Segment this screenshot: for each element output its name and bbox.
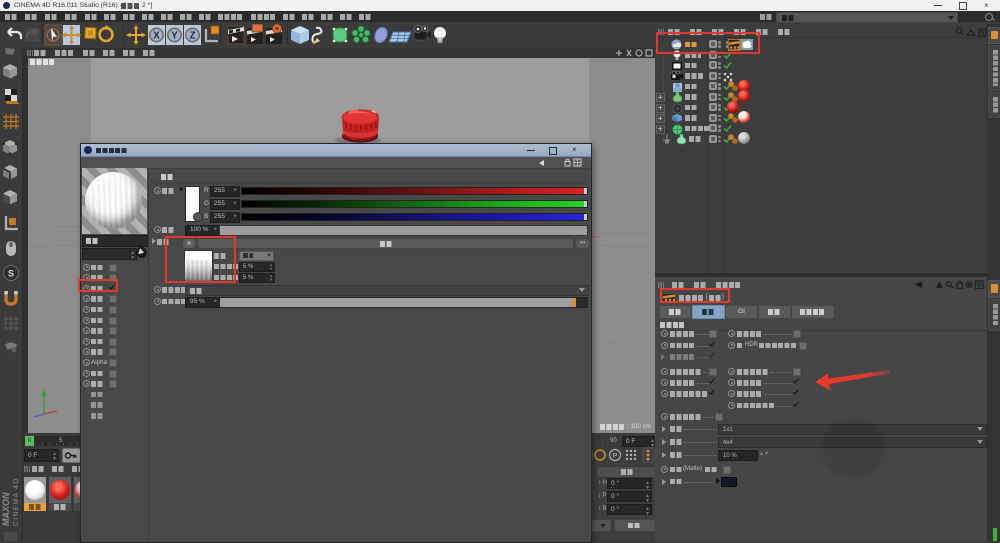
svg-text:S: S (8, 269, 14, 279)
svg-text:Z: Z (189, 31, 195, 42)
svg-text:Y: Y (171, 31, 178, 42)
svg-text:CINEMA 4D: CINEMA 4D (13, 477, 20, 526)
svg-text:P: P (613, 453, 618, 460)
svg-text:MAXON: MAXON (1, 492, 11, 526)
svg-text:X: X (153, 31, 160, 42)
